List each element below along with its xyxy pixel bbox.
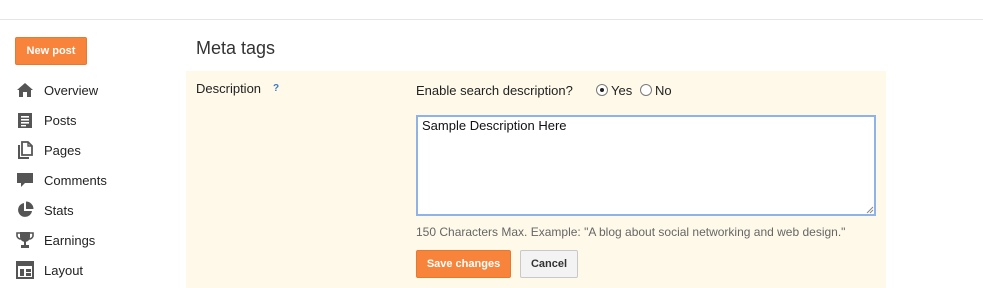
radio-yes-label: Yes bbox=[611, 82, 633, 98]
section-title: Meta tags bbox=[196, 38, 276, 58]
home-icon bbox=[15, 80, 35, 100]
sidebar-item-label: Posts bbox=[44, 112, 77, 128]
radio-yes[interactable]: Yes bbox=[596, 82, 632, 98]
new-post-button[interactable]: New post bbox=[15, 37, 87, 65]
radio-yes-control[interactable] bbox=[596, 84, 608, 96]
posts-icon bbox=[15, 110, 35, 130]
layout-icon bbox=[15, 260, 35, 280]
sidebar-item-layout[interactable]: Layout bbox=[15, 260, 83, 280]
comment-icon bbox=[15, 170, 35, 190]
save-changes-button[interactable]: Save changes bbox=[416, 250, 511, 278]
sidebar-item-posts[interactable]: Posts bbox=[15, 110, 77, 130]
cancel-button[interactable]: Cancel bbox=[520, 250, 578, 278]
sidebar-item-label: Pages bbox=[44, 142, 81, 158]
description-label: Description bbox=[196, 81, 262, 96]
sidebar-item-label: Earnings bbox=[44, 232, 96, 248]
sidebar-item-label: Layout bbox=[44, 262, 84, 278]
sidebar-item-earnings[interactable]: Earnings bbox=[15, 230, 95, 250]
radio-no[interactable]: No bbox=[640, 82, 672, 98]
sidebar-item-comments[interactable]: Comments bbox=[15, 170, 107, 190]
radio-no-control[interactable] bbox=[640, 84, 652, 96]
pages-icon bbox=[15, 140, 35, 160]
resize-handle-icon[interactable] bbox=[866, 206, 874, 214]
help-icon[interactable]: ? bbox=[273, 83, 279, 94]
sidebar-item-stats[interactable]: Stats bbox=[15, 200, 74, 220]
sidebar-item-label: Overview bbox=[44, 82, 99, 98]
search-description-textarea[interactable]: Sample Description Here bbox=[416, 115, 876, 216]
trophy-icon bbox=[15, 230, 35, 250]
sidebar-item-overview[interactable]: Overview bbox=[15, 80, 98, 100]
top-divider bbox=[0, 19, 983, 20]
sidebar-item-label: Comments bbox=[44, 172, 107, 188]
sidebar-item-pages[interactable]: Pages bbox=[15, 140, 81, 160]
pie-chart-icon bbox=[15, 200, 35, 220]
enable-search-description-label: Enable search description? bbox=[416, 83, 573, 98]
radio-no-label: No bbox=[655, 82, 672, 98]
character-limit-hint: 150 Characters Max. Example: "A blog abo… bbox=[416, 225, 846, 239]
sidebar-item-label: Stats bbox=[44, 202, 74, 218]
